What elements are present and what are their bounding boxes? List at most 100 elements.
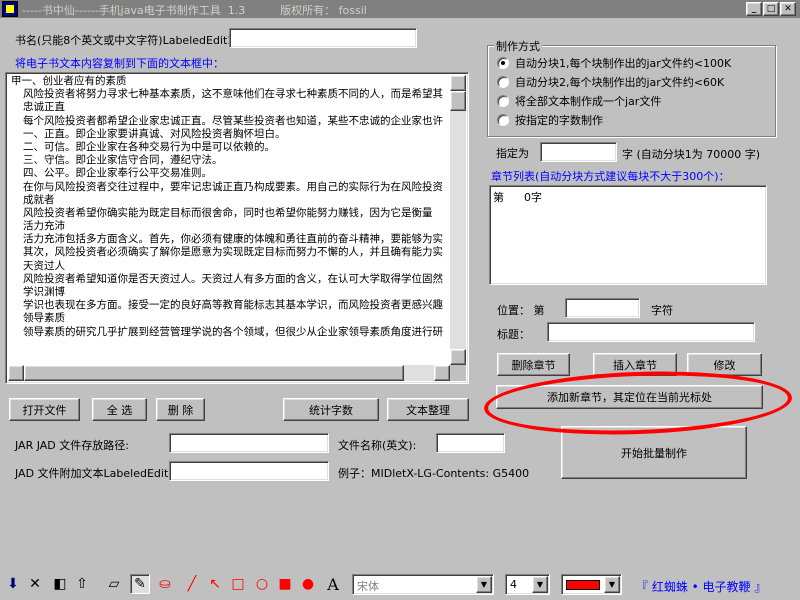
close-button[interactable]: ✕ [780,2,796,16]
add-chapter-button[interactable]: 添加新章节，其定位在当前光标处 [496,385,763,409]
memo-line: 风险投资者将努力寻求七种基本素质，这不意味他们在寻求七种素质不同的人，而是希望其 [23,88,443,101]
chevron-down-icon[interactable]: ▼ [532,576,548,593]
chevron-down-icon[interactable]: ▼ [604,576,620,593]
chapter-name: 第 [493,191,504,204]
pointer-icon[interactable]: ⬇ [3,574,23,594]
scroll-up-button[interactable] [450,75,466,91]
minimize-button[interactable]: _ [746,2,762,16]
chapter-title-label: 标题： [497,328,530,341]
memo-line: 其次，风险投资者必须确实了解你是愿意为实现既定目标而努力不懈的人，并且确有能力实 [23,246,443,259]
memo-line: 甲一、创业者应有的素质 [11,75,127,87]
fill-bucket-icon[interactable]: ⛀ [155,574,175,594]
memo-line: 风险投资者希望你确实能为既定目标而很舍命，同时也希望你能努力赚钱，因为它是衡量 [23,206,433,219]
line-width-value: 4 [510,578,517,591]
memo-line: 领导素质 [23,312,65,325]
memo-line: 领导素质的研究几乎扩展到经营管理学说的各个领域，但很少从企业家领导素质角度进行研 [23,325,443,338]
text-tool-icon[interactable]: A [323,574,343,594]
memo-line: 四、公平。即企业家奉行公平交易准则。 [23,167,212,180]
upload-arrow-icon[interactable]: ⇧ [72,574,92,594]
memo-line: 在你与风险投资者交往过程中，要牢记忠诚正直乃构成要素。用自己的实际行为在风险投资 [23,180,443,193]
font-combo[interactable]: 宋体 ▼ [352,574,494,595]
mode-radio-label[interactable]: 将全部文本制作成一个jar文件 [515,93,661,109]
chapter-list-item[interactable]: 第 0字 [493,189,542,205]
color-combo[interactable]: ▼ [561,574,622,595]
mode-radio-2[interactable] [497,76,509,88]
mode-groupbox-title: 制作方式 [494,38,542,54]
chapter-count: 0字 [524,191,542,204]
chapter-list-label: 章节列表(自动分块方式建议每块不大于300个)： [491,170,730,183]
filled-ellipse-icon[interactable]: ● [298,574,318,594]
chevron-down-icon[interactable]: ▼ [476,576,492,593]
position-label: 位置： 第 [497,304,545,317]
memo-line: 风险投资者希望知道你是否天资过人。天资过人有多方面的含义，在认可大学取得学位固然 [23,272,443,285]
delete-x-icon[interactable]: ✕ [25,574,45,594]
memo-line: 每个风险投资者都希望企业家忠诚正直。尽管某些投资者也知道，某些不忠诚的企业家也许 [23,114,443,127]
memo-line [11,339,451,352]
maximize-button[interactable]: □ [763,2,779,16]
memo-line: 学识也表现在多方面。接受一定的良好高等教育能标志其基本学识，而风险投资者更感兴趣 [23,299,443,312]
memo-line: 二、可信。即企业家在各种交易行为中是可以依赖的。 [23,140,275,153]
scroll-corner [450,365,466,381]
mode-radio-label[interactable]: 按指定的字数制作 [515,112,603,128]
scroll-thumb-vertical[interactable] [450,91,466,111]
ellipse-icon[interactable]: ○ [252,574,272,594]
mode-radio-3[interactable] [497,95,509,107]
modify-button[interactable]: 修改 [687,353,762,376]
memo-vertical-scrollbar[interactable] [450,75,466,365]
text-memo[interactable]: 甲一、创业者应有的素质 风险投资者将努力寻求七种基本素质，这不意味他们在寻求七种素… [5,72,469,384]
jad-example: 例子：MIDletX-LG-Contents: G5400 [338,467,530,480]
memo-horizontal-scrollbar[interactable] [8,365,450,381]
open-file-button[interactable]: 打开文件 [9,398,80,421]
jad-append-input[interactable] [169,461,329,481]
app-icon[interactable] [2,1,18,17]
insert-chapter-button[interactable]: 插入章节 [593,353,677,376]
memo-line: 学识渊博 [23,286,65,298]
mode-radio-label[interactable]: 自动分块1,每个块制作出的jar文件约<100K [515,55,731,71]
scroll-right-button[interactable] [434,365,450,381]
color-swatch-icon[interactable]: ◧ [50,574,70,594]
position-unit: 字符 [651,304,673,317]
position-input[interactable] [565,298,640,318]
chapter-list[interactable]: 第 0字 [489,185,767,285]
scroll-left-button[interactable] [8,365,24,381]
rectangle-icon[interactable]: □ [228,574,248,594]
jad-append-label: JAD 文件附加文本LabeledEdit2 [15,467,176,480]
tidy-text-button[interactable]: 文本整理 [387,398,469,421]
memo-line: 忠诚正直 [23,101,65,114]
paste-hint: 将电子书文本内容复制到下面的文本框中： [15,57,224,70]
scroll-thumb-horizontal[interactable] [24,365,404,381]
mode-radio-4[interactable] [497,114,509,126]
line-icon[interactable]: ╱ [182,574,202,594]
memo-line: 天资过人 [23,259,65,272]
delete-button[interactable]: 删 除 [156,398,205,421]
mode-radio-label[interactable]: 自动分块2,每个块制作出的jar文件约<60K [515,74,724,90]
memo-line: 活力充沛包括多方面含义。首先，你必须有健康的体魄和勇往直前的奋斗精神，要能够为实 [23,233,443,246]
book-name-label: 书名(只能8个英文或中文字符)LabeledEdit1 [15,34,235,47]
mode-radio-1[interactable] [497,57,509,69]
split-size-label: 指定为 [496,147,529,160]
arrow-line-icon[interactable]: ↖ [205,574,225,594]
delete-chapter-button[interactable]: 删除章节 [497,353,570,376]
jar-filename-input[interactable] [436,433,505,453]
scroll-down-button[interactable] [450,349,466,365]
count-chars-button[interactable]: 统计字数 [283,398,379,421]
memo-line: 一、正直。即企业家要讲真诚、对风险投资者胸怀坦白。 [23,127,286,140]
chapter-title-input[interactable] [547,322,755,342]
select-all-button[interactable]: 全 选 [92,398,147,421]
memo-line [11,352,451,365]
line-width-combo[interactable]: 4 ▼ [505,574,550,595]
pencil-icon[interactable]: ✎ [130,574,150,594]
window-title: -----书中仙------手机java电子书制作工具 1.3 版权所有： fo… [22,4,367,17]
color-swatch [566,580,600,590]
filled-rectangle-icon[interactable]: ■ [275,574,295,594]
book-name-input[interactable] [229,28,417,48]
brand-text: 『 红蜘蛛 • 电子教鞭 』 [636,580,767,594]
jar-filename-label: 文件名称(英文): [338,439,417,452]
jar-path-input[interactable] [169,433,329,453]
eraser-icon[interactable]: ▱ [104,574,124,594]
start-batch-button[interactable]: 开始批量制作 [561,426,747,479]
font-combo-value: 宋体 [357,580,379,593]
split-size-input[interactable] [540,142,617,162]
memo-content[interactable]: 甲一、创业者应有的素质 风险投资者将努力寻求七种基本素质，这不意味他们在寻求七种素… [8,75,451,365]
memo-line: 成就者 [23,193,55,206]
